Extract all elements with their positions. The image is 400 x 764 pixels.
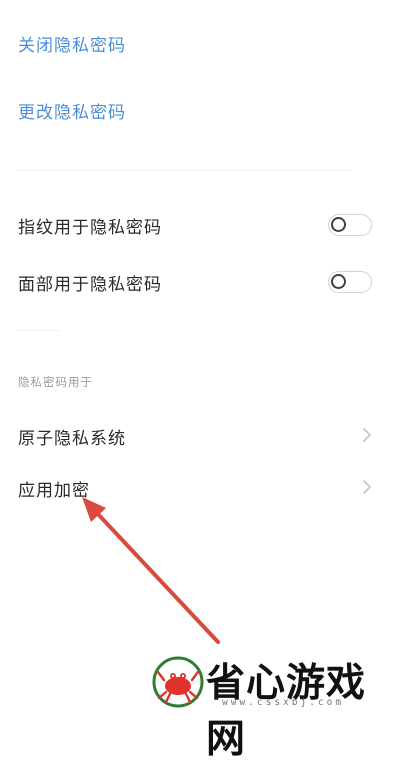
chevron-right-icon <box>363 480 371 494</box>
list-item-label: 原子隐私系统 <box>18 429 126 449</box>
toggle-knob <box>331 217 346 232</box>
close-privacy-password-link[interactable]: 关闭隐私密码 <box>18 31 126 56</box>
toggle-knob <box>331 274 346 289</box>
section-caption: 隐私密码用于 <box>18 375 93 389</box>
fingerprint-toggle[interactable] <box>328 214 372 236</box>
section-divider <box>18 170 352 171</box>
fingerprint-label: 指纹用于隐私密码 <box>18 218 162 238</box>
change-privacy-password-link[interactable]: 更改隐私密码 <box>18 98 126 123</box>
watermark-url: www.cssxbj.com <box>222 697 345 708</box>
watermark-logo-icon <box>152 656 204 708</box>
face-label: 面部用于隐私密码 <box>18 275 162 295</box>
watermark-text: 省心游戏网 <box>206 661 367 762</box>
chevron-right-icon <box>363 428 371 442</box>
section-divider <box>18 330 60 331</box>
list-item-label: 应用加密 <box>18 481 90 501</box>
face-toggle[interactable] <box>328 271 372 293</box>
